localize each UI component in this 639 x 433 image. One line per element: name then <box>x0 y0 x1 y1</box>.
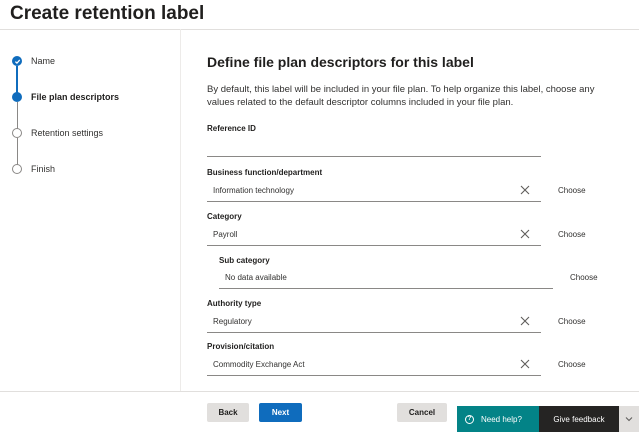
authority-type-field[interactable]: Regulatory <box>207 311 541 333</box>
header-bar: Create retention label <box>0 0 639 30</box>
category-choose-button[interactable]: Choose <box>558 230 586 239</box>
reference-id-label: Reference ID <box>207 124 256 133</box>
close-icon[interactable] <box>519 315 531 327</box>
sub-category-field[interactable]: No data available <box>219 267 553 289</box>
provision-choose-button[interactable]: Choose <box>558 360 586 369</box>
close-icon[interactable] <box>519 228 531 240</box>
step-connector <box>16 66 18 93</box>
provision-field[interactable]: Commodity Exchange Act <box>207 354 541 376</box>
give-feedback-button[interactable]: Give feedback <box>539 406 619 432</box>
section-title: Define file plan descriptors for this la… <box>207 54 474 70</box>
back-button[interactable]: Back <box>207 403 249 422</box>
collapse-help-button[interactable] <box>619 406 639 432</box>
close-icon[interactable] <box>519 358 531 370</box>
authority-type-label: Authority type <box>207 299 262 308</box>
sub-category-choose-button[interactable]: Choose <box>570 273 598 282</box>
pending-step-icon <box>12 164 22 174</box>
category-field[interactable]: Payroll <box>207 224 541 246</box>
step-label: Retention settings <box>31 128 104 138</box>
pending-step-icon <box>12 128 22 138</box>
give-feedback-label: Give feedback <box>553 414 605 424</box>
category-value: Payroll <box>213 230 238 239</box>
need-help-button[interactable]: ? Need help? <box>457 406 539 432</box>
question-icon: ? <box>465 414 474 424</box>
sub-category-value: No data available <box>225 273 287 282</box>
step-connector <box>16 138 18 165</box>
current-step-icon <box>12 92 22 102</box>
business-function-field[interactable]: Information technology <box>207 180 541 202</box>
step-retention-settings[interactable]: Retention settings <box>12 126 103 140</box>
step-finish[interactable]: Finish <box>12 162 55 176</box>
step-label: File plan descriptors <box>31 92 120 102</box>
step-connector <box>16 102 18 129</box>
business-function-label: Business function/department <box>207 168 323 177</box>
need-help-label: Need help? <box>481 414 522 424</box>
step-name[interactable]: Name <box>12 54 55 68</box>
step-label: Finish <box>31 164 56 174</box>
provision-value: Commodity Exchange Act <box>213 360 305 369</box>
business-function-choose-button[interactable]: Choose <box>558 186 586 195</box>
provision-label: Provision/citation <box>207 342 275 351</box>
help-feedback-bar: ? Need help? Give feedback <box>457 406 639 432</box>
authority-type-choose-button[interactable]: Choose <box>558 317 586 326</box>
business-function-value: Information technology <box>213 186 294 195</box>
check-icon <box>12 56 22 66</box>
sub-category-label: Sub category <box>219 256 270 265</box>
wizard-stepper: Name File plan descriptors Retention set… <box>0 29 181 391</box>
cancel-button[interactable]: Cancel <box>397 403 447 422</box>
page-title: Create retention label <box>10 3 205 24</box>
step-label: Name <box>31 56 56 66</box>
step-file-plan-descriptors[interactable]: File plan descriptors <box>12 90 119 104</box>
category-label: Category <box>207 212 242 221</box>
authority-type-value: Regulatory <box>213 317 252 326</box>
reference-id-input[interactable] <box>207 135 541 157</box>
next-button[interactable]: Next <box>259 403 302 422</box>
close-icon[interactable] <box>519 184 531 196</box>
section-description: By default, this label will be included … <box>207 84 595 108</box>
chevron-down-icon <box>625 417 633 422</box>
